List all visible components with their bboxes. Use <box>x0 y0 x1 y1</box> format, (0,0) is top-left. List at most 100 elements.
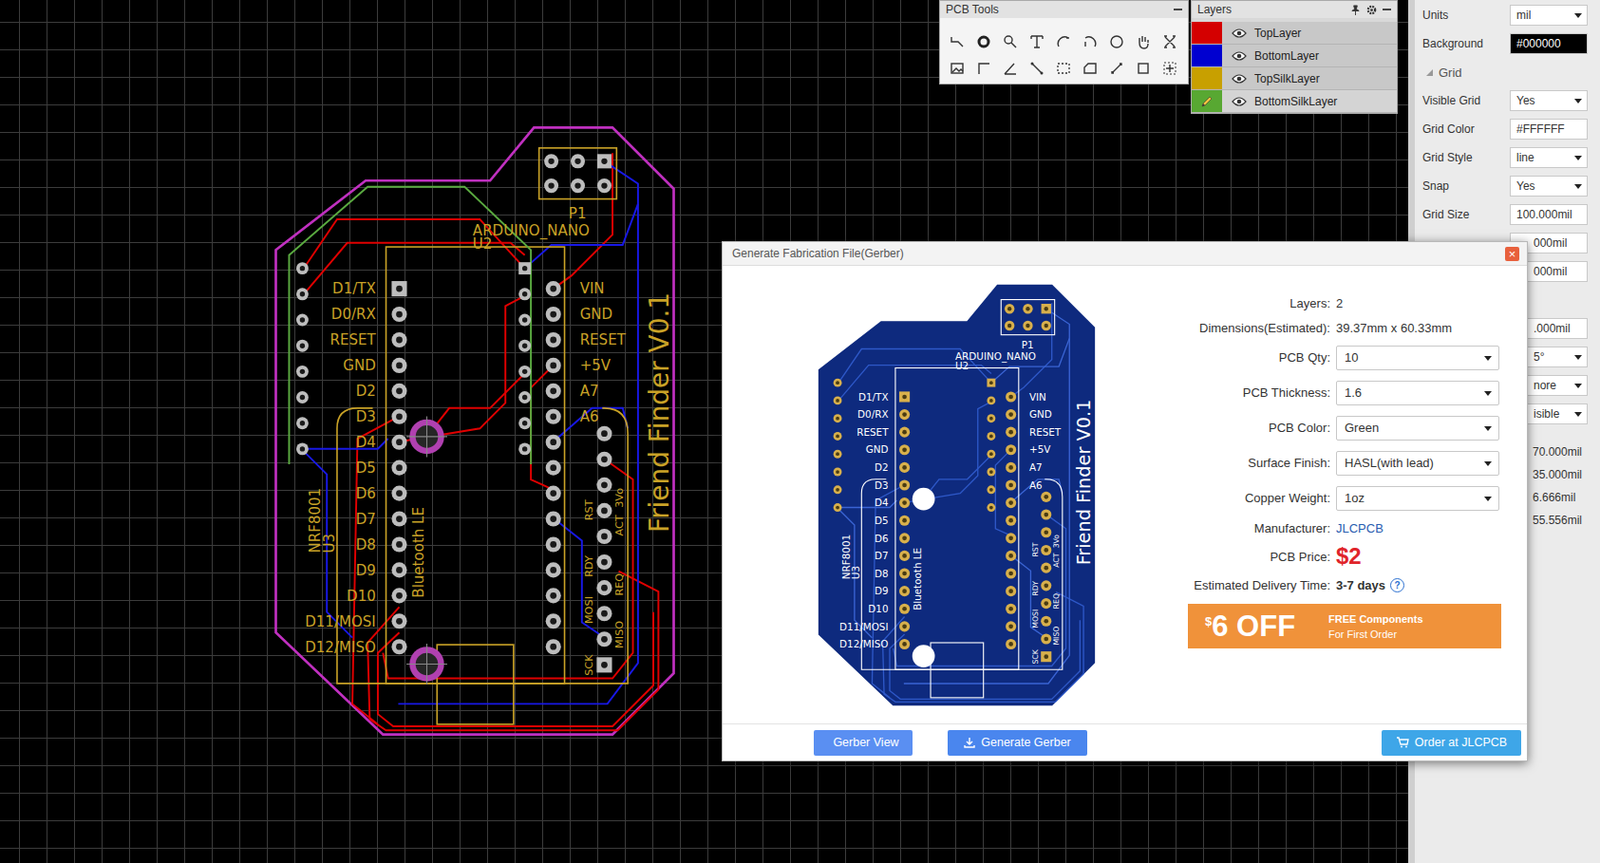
silk-label[interactable]: U2 <box>472 235 493 253</box>
close-button[interactable]: × <box>1505 246 1520 262</box>
pcb-board[interactable]: D1/TXD0/RXRESETGNDD2D3D4D5D6D7D8D9D10D11… <box>270 122 679 740</box>
property-select[interactable]: Yes <box>1509 175 1588 197</box>
silk-label[interactable]: +5V <box>580 357 612 375</box>
layer-row[interactable]: BottomSilkLayer <box>1191 90 1397 113</box>
silk-label[interactable]: RESET <box>330 331 377 349</box>
layer-row[interactable]: BottomLayer <box>1191 44 1397 68</box>
tool-button[interactable] <box>943 28 971 56</box>
tool-button[interactable] <box>997 28 1024 56</box>
silk-label[interactable]: GND <box>342 357 376 375</box>
gerber-dialog[interactable]: Generate Fabrication File(Gerber)×D1/TXD… <box>721 241 1528 762</box>
silk-label[interactable]: A7 <box>580 382 600 400</box>
silk-label[interactable]: D3 <box>356 408 377 426</box>
silk-label[interactable]: D2 <box>356 382 377 400</box>
collapse-icon[interactable] <box>1426 69 1433 76</box>
silk-label[interactable]: MISO <box>613 621 626 649</box>
field-select[interactable]: 1oz <box>1336 486 1500 511</box>
layer-color[interactable] <box>1191 90 1223 113</box>
dialog-button[interactable]: Order at JLCPCB <box>1381 730 1522 756</box>
visibility-toggle[interactable] <box>1231 27 1247 39</box>
field-select[interactable]: Green <box>1336 415 1500 441</box>
silk-label[interactable]: A6 <box>580 408 600 426</box>
tool-button[interactable] <box>970 55 998 82</box>
minimize-icon[interactable] <box>1382 8 1392 11</box>
layer-row[interactable]: TopLayer <box>1191 21 1397 45</box>
tools-header[interactable]: PCB Tools <box>940 0 1188 19</box>
pcb-tools-window[interactable]: PCB Tools <box>939 0 1189 85</box>
silk-label[interactable]: SCK <box>583 654 596 677</box>
dialog-button[interactable]: Gerber View <box>813 730 913 756</box>
tool-button[interactable] <box>1023 28 1051 56</box>
layers-header[interactable]: Layers <box>1191 0 1397 19</box>
tool-button[interactable] <box>1023 55 1051 82</box>
promo-banner[interactable]: $6 OFFFREE ComponentsFor First Order <box>1187 603 1502 649</box>
silk-label[interactable]: RDY <box>583 555 596 578</box>
silk-label[interactable]: REQ <box>613 573 626 597</box>
layer-color[interactable] <box>1191 44 1223 67</box>
silk-label[interactable]: D0/RX <box>331 305 377 323</box>
dialog-button[interactable]: Generate Gerber <box>947 730 1088 756</box>
property-select[interactable]: line <box>1509 147 1588 169</box>
silk-label[interactable]: ACT <box>613 514 626 536</box>
silk-label[interactable]: Friend Finder V0.1 <box>643 292 676 533</box>
dropdown-icon[interactable] <box>1574 412 1582 417</box>
tool-button[interactable] <box>1076 28 1104 56</box>
tool-button[interactable] <box>1050 55 1077 82</box>
tool-button[interactable] <box>1156 28 1184 56</box>
property-select[interactable]: Yes <box>1509 90 1588 112</box>
visibility-toggle[interactable] <box>1231 73 1247 85</box>
manufacturer-link[interactable]: JLCPCB <box>1336 521 1384 536</box>
property-input[interactable]: #FFFFFF <box>1509 118 1588 140</box>
visibility-toggle[interactable] <box>1231 50 1247 62</box>
help-icon[interactable]: ? <box>1390 578 1405 593</box>
silk-label[interactable]: D1/TX <box>332 280 377 298</box>
dropdown-icon[interactable] <box>1574 383 1582 389</box>
dropdown-icon[interactable] <box>1484 356 1492 361</box>
layers-window[interactable]: Layers TopLayerBottomLayerTopSilkLayerBot… <box>1190 0 1398 114</box>
silk-label[interactable]: D9 <box>356 562 377 580</box>
property-select[interactable]: mil <box>1509 4 1588 26</box>
dropdown-icon[interactable] <box>1484 461 1492 467</box>
tool-button[interactable] <box>970 28 998 56</box>
tool-button[interactable] <box>1076 55 1104 82</box>
silk-label[interactable]: GND <box>580 305 613 323</box>
tool-button[interactable] <box>1129 55 1157 82</box>
dialog-titlebar[interactable]: Generate Fabrication File(Gerber)× <box>722 242 1527 266</box>
field-select[interactable]: 10 <box>1336 345 1500 371</box>
property-input[interactable]: #000000 <box>1509 33 1588 55</box>
dropdown-icon[interactable] <box>1484 496 1492 502</box>
dropdown-icon[interactable] <box>1574 355 1582 360</box>
tool-button[interactable] <box>1103 55 1130 82</box>
tool-button[interactable] <box>1129 28 1157 56</box>
dropdown-icon[interactable] <box>1574 98 1582 104</box>
tool-button[interactable] <box>1050 28 1077 56</box>
layer-row[interactable]: TopSilkLayer <box>1191 67 1397 91</box>
silk-label[interactable]: MOSI <box>583 596 596 624</box>
property-section[interactable]: Grid <box>1414 57 1600 87</box>
silk-label[interactable]: D12/MISO <box>304 639 377 657</box>
dropdown-icon[interactable] <box>1574 184 1582 189</box>
dropdown-icon[interactable] <box>1484 391 1492 396</box>
visibility-toggle[interactable] <box>1231 95 1247 108</box>
silk-label[interactable]: D8 <box>356 536 377 554</box>
minimize-icon[interactable] <box>1173 8 1183 11</box>
silk-label[interactable]: Bluetooth LE <box>410 507 428 599</box>
silk-label[interactable]: RST <box>583 499 596 521</box>
silk-label[interactable]: D11/MOSI <box>304 613 377 631</box>
tool-button[interactable] <box>997 55 1024 82</box>
silk-label[interactable]: D10 <box>346 587 377 605</box>
field-select[interactable]: 1.6 <box>1336 380 1500 406</box>
layer-color[interactable] <box>1191 21 1223 44</box>
tool-button[interactable] <box>943 55 971 82</box>
tool-button[interactable] <box>1156 55 1184 82</box>
silk-label[interactable]: RESET <box>580 331 627 349</box>
dropdown-icon[interactable] <box>1574 155 1582 161</box>
dropdown-icon[interactable] <box>1484 426 1492 432</box>
silk-label[interactable]: VIN <box>580 280 605 298</box>
silk-label[interactable]: U3 <box>320 533 339 554</box>
silk-label[interactable]: D5 <box>356 459 377 477</box>
silk-label[interactable]: D6 <box>356 485 377 503</box>
silk-label[interactable]: D4 <box>356 433 377 452</box>
silk-label[interactable]: P1 <box>568 205 587 223</box>
property-input[interactable]: 100.000mil <box>1509 204 1588 226</box>
